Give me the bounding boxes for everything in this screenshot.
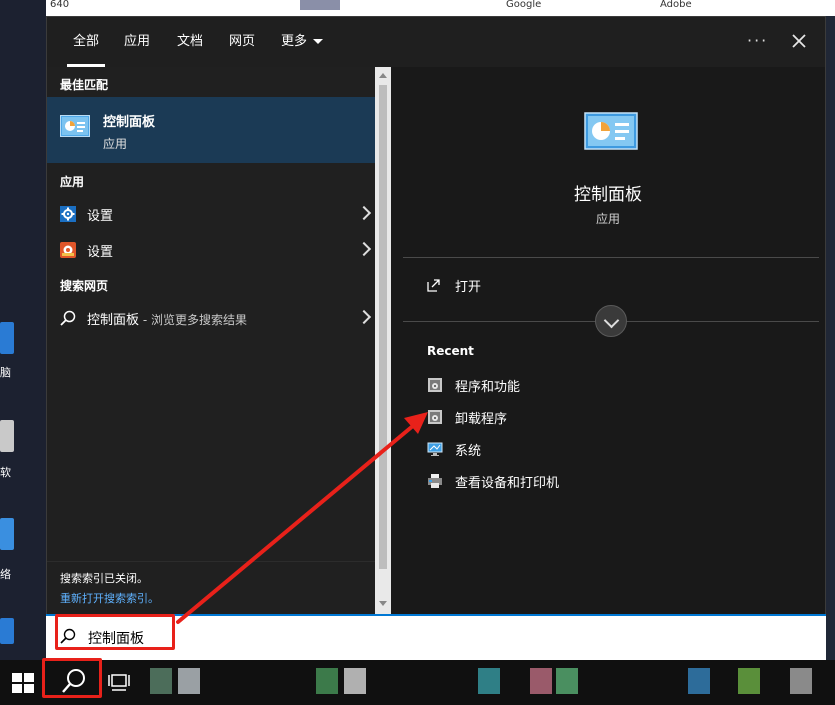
expand-button[interactable] <box>595 305 627 337</box>
tab-more[interactable]: 更多 <box>281 31 324 53</box>
search-icon <box>60 310 76 326</box>
programs-icon <box>428 410 442 424</box>
open-label: 打开 <box>455 280 482 295</box>
annotation-box-taskbar-search <box>42 658 102 698</box>
windows-start-icon[interactable] <box>12 673 34 693</box>
tab-more-label: 更多 <box>281 34 308 49</box>
settings-app-icon <box>60 242 76 258</box>
web-search-suffix: - 浏览更多搜索结果 <box>139 313 247 327</box>
taskbar-app-icon[interactable] <box>344 668 366 694</box>
desktop-text-adobe: Adobe <box>660 0 692 10</box>
search-tab-bar: 全部 应用 文档 网页 更多 ··· <box>47 17 825 67</box>
desktop-icon-label: 脑 <box>0 366 11 379</box>
chevron-right-icon[interactable] <box>356 309 372 325</box>
gear-icon <box>60 206 76 222</box>
desktop-top-strip <box>0 0 835 16</box>
desktop-text-google: Google <box>506 0 542 10</box>
desktop-icon-network[interactable] <box>0 518 14 550</box>
search-input[interactable] <box>86 626 690 650</box>
tab-web[interactable]: 网页 <box>229 31 255 53</box>
caret-down-icon <box>313 39 324 44</box>
programs-icon <box>428 378 442 392</box>
taskbar-app-icon[interactable] <box>738 668 760 694</box>
chevron-right-icon[interactable] <box>356 205 372 221</box>
desktop-right-column <box>826 16 835 660</box>
task-view-icon[interactable] <box>108 672 130 692</box>
results-pane: 最佳匹配 控制面板 应用 应用 设置 设置 搜索网页 控制面板 - 浏览更多搜索… <box>47 67 375 615</box>
desktop-icon-label: 络 <box>0 568 11 581</box>
chevron-down-icon <box>603 312 620 329</box>
taskbar-app-icon[interactable] <box>316 668 338 694</box>
close-icon[interactable] <box>785 27 813 55</box>
divider <box>47 561 375 562</box>
taskbar <box>0 660 835 705</box>
results-scrollbar[interactable] <box>375 67 391 615</box>
more-options-icon[interactable]: ··· <box>747 31 768 50</box>
chevron-right-icon[interactable] <box>356 241 372 257</box>
recent-item-label: 系统 <box>455 444 482 459</box>
desktop-icon-computer[interactable] <box>0 322 14 354</box>
scroll-thumb[interactable] <box>379 85 387 569</box>
control-panel-icon <box>60 115 90 137</box>
desktop-thumbnail <box>300 0 340 10</box>
control-panel-icon <box>584 112 638 150</box>
scroll-down-icon[interactable] <box>379 601 387 606</box>
desktop-icon-label: 软 <box>0 466 11 479</box>
tab-documents[interactable]: 文档 <box>177 31 203 53</box>
index-disabled-note: 搜索索引已关闭。 <box>60 572 148 585</box>
taskbar-app-icon[interactable] <box>790 668 812 694</box>
desktop-icon-app[interactable] <box>0 618 14 644</box>
taskbar-app-icon[interactable] <box>530 668 552 694</box>
scroll-up-icon[interactable] <box>379 73 387 78</box>
web-search-label: 控制面板 - 浏览更多搜索结果 <box>87 309 247 328</box>
open-icon <box>427 279 440 292</box>
taskbar-app-icon[interactable] <box>150 668 172 694</box>
start-search-window: 全部 应用 文档 网页 更多 ··· 最佳匹配 控制面板 应用 应用 设置 设置… <box>46 16 826 615</box>
preview-title: 控制面板 <box>574 185 642 205</box>
preview-subtitle: 应用 <box>595 212 620 226</box>
desktop-left-column: 脑 软 络 <box>0 0 46 660</box>
annotation-box-search <box>55 614 175 650</box>
preview-pane: 控制面板 应用 打开 Recent 程序和功能 卸载程序 系统 查看设备和打印机 <box>391 67 825 615</box>
taskbar-app-icon[interactable] <box>478 668 500 694</box>
apps-heading: 应用 <box>60 175 85 189</box>
best-match-title: 控制面板 <box>103 115 156 130</box>
list-item-label: 设置 <box>87 209 114 224</box>
printer-icon <box>428 474 442 488</box>
web-search-query: 控制面板 <box>87 313 140 328</box>
recent-heading: Recent <box>427 344 474 358</box>
list-item-settings[interactable]: 设置 <box>47 197 375 231</box>
divider <box>403 257 819 258</box>
recent-item-label: 卸载程序 <box>455 412 508 427</box>
desktop-text-640: 640 <box>50 0 70 10</box>
taskbar-app-icon[interactable] <box>178 668 200 694</box>
list-item-web-search[interactable]: 控制面板 - 浏览更多搜索结果 <box>47 301 375 335</box>
tab-apps[interactable]: 应用 <box>124 31 150 53</box>
list-item-settings-2[interactable]: 设置 <box>47 233 375 267</box>
best-match-control-panel[interactable]: 控制面板 应用 <box>47 97 375 163</box>
web-search-heading: 搜索网页 <box>60 279 109 293</box>
monitor-icon <box>427 442 443 456</box>
desktop-icon-software[interactable] <box>0 420 14 452</box>
recent-item-label: 查看设备和打印机 <box>455 476 560 491</box>
taskbar-app-icon[interactable] <box>688 668 710 694</box>
taskbar-app-icon[interactable] <box>556 668 578 694</box>
reenable-index-link[interactable]: 重新打开搜索索引。 <box>60 590 159 606</box>
best-match-heading: 最佳匹配 <box>60 78 109 92</box>
list-item-label: 设置 <box>87 245 114 260</box>
best-match-subtitle: 应用 <box>103 137 128 151</box>
recent-item-label: 程序和功能 <box>455 380 521 395</box>
tab-all[interactable]: 全部 <box>73 31 99 53</box>
